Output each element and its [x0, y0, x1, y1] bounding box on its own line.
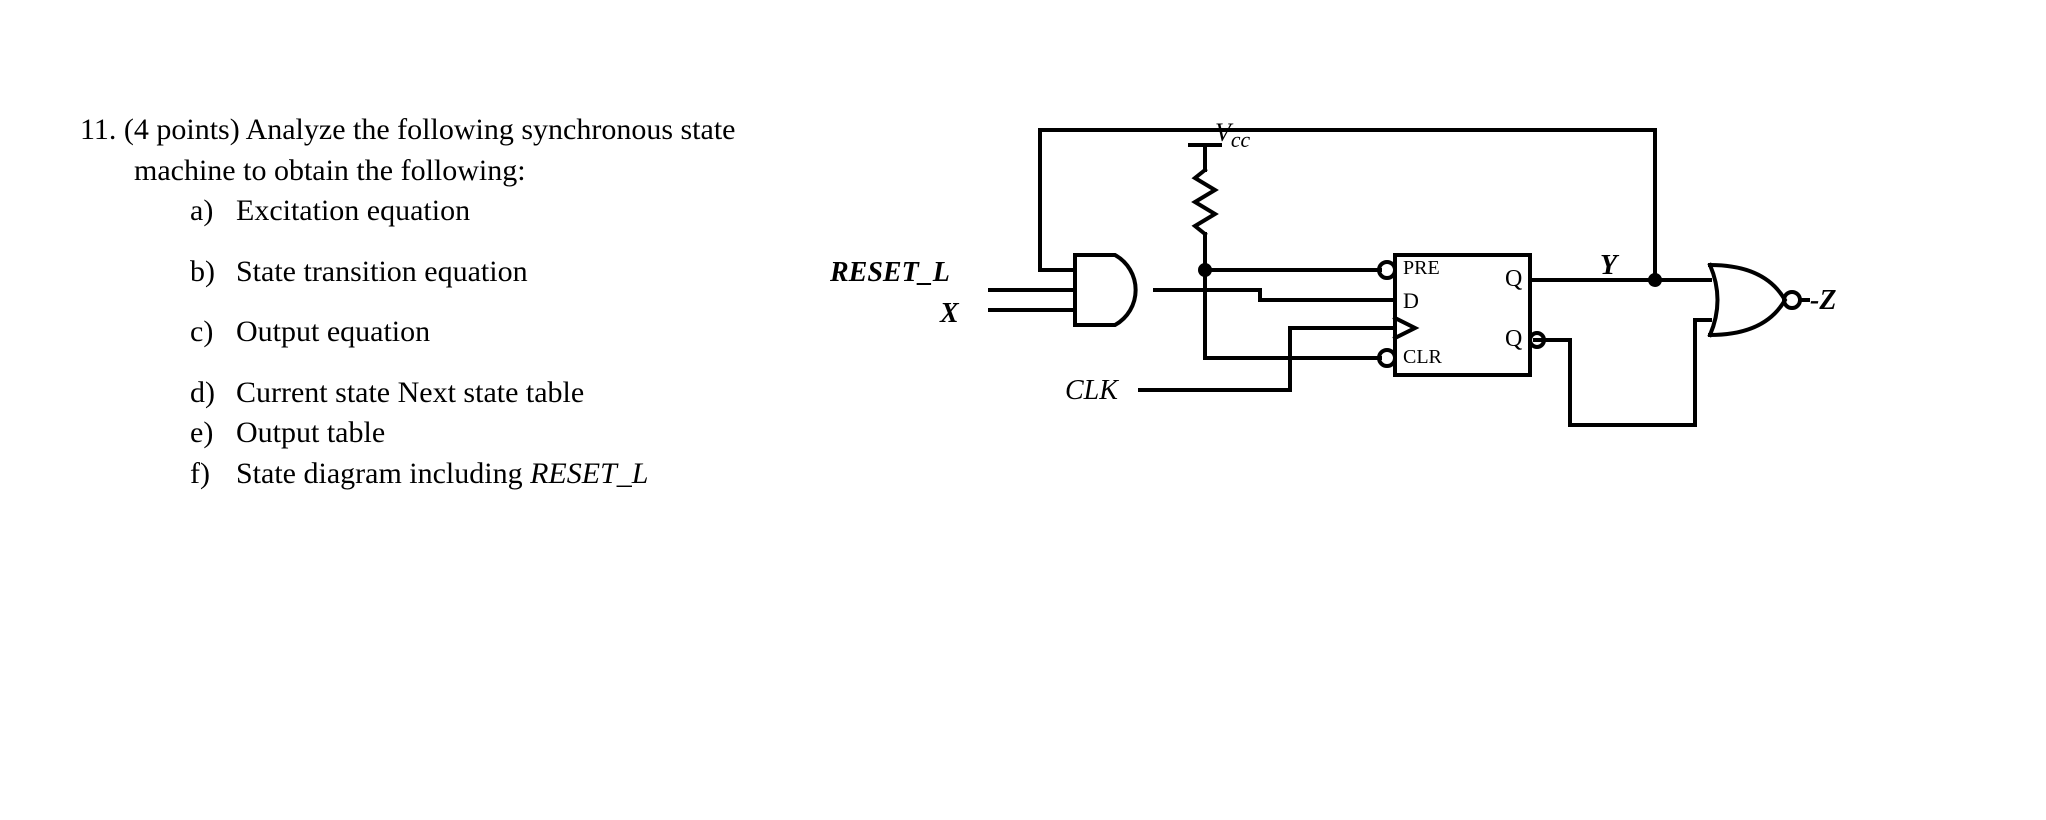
circuit-diagram: Vcc RESET_L X CLK PRE D CLR Q Q Y -Z — [840, 110, 1810, 470]
sub-item-d: d) Current state Next state table — [190, 373, 800, 414]
page: 11. (4 points) Analyze the following syn… — [0, 0, 2046, 820]
sub-letter: f) — [190, 454, 220, 495]
sub-text: Output table — [236, 413, 385, 454]
vcc-v: V — [1215, 118, 1231, 147]
label-q: Q — [1505, 266, 1522, 293]
vcc-sub: cc — [1231, 128, 1250, 152]
sub-text: Excitation equation — [236, 191, 470, 232]
label-x: X — [940, 298, 959, 330]
question-text: 11. (4 points) Analyze the following syn… — [80, 110, 800, 494]
sub-item-a: a) Excitation equation — [190, 191, 800, 232]
sub-letter: d) — [190, 373, 220, 414]
label-d: D — [1403, 288, 1419, 314]
label-vcc: Vcc — [1215, 118, 1250, 153]
sub-text: Current state Next state table — [236, 373, 584, 414]
sub-text: Output equation — [236, 312, 430, 353]
label-y: Y — [1600, 250, 1617, 282]
label-reset-l: RESET_L — [830, 257, 950, 289]
sub-item-b: b) State transition equation — [190, 252, 800, 293]
sub-letter: a) — [190, 191, 220, 232]
sub-letter: e) — [190, 413, 220, 454]
sub-letter: b) — [190, 252, 220, 293]
question-prompt-1: Analyze the following synchronous state — [246, 113, 736, 146]
question-points: (4 points) — [124, 113, 240, 146]
label-qbar: Q — [1505, 326, 1522, 353]
sub-letter: c) — [190, 312, 220, 353]
sub-item-f: f) State diagram including RESET_L — [190, 454, 800, 495]
sub-text-italic: RESET_L — [530, 457, 648, 490]
question-prompt-2: machine to obtain the following: — [134, 154, 526, 187]
sub-item-c: c) Output equation — [190, 312, 800, 353]
label-clk: CLK — [1065, 375, 1118, 407]
sub-list: a) Excitation equation b) State transiti… — [190, 191, 800, 494]
sub-text-prefix: State diagram including — [236, 457, 530, 490]
sub-text: State transition equation — [236, 252, 528, 293]
label-pre: PRE — [1403, 257, 1440, 280]
label-clr: CLR — [1403, 346, 1442, 369]
content-row: 11. (4 points) Analyze the following syn… — [80, 110, 2006, 494]
sub-text: State diagram including RESET_L — [236, 454, 648, 495]
circuit-svg — [840, 110, 1810, 470]
label-z: -Z — [1810, 285, 1836, 317]
question-number: 11. — [80, 113, 116, 146]
question-line1: 11. (4 points) Analyze the following syn… — [80, 110, 800, 151]
sub-item-e: e) Output table — [190, 413, 800, 454]
